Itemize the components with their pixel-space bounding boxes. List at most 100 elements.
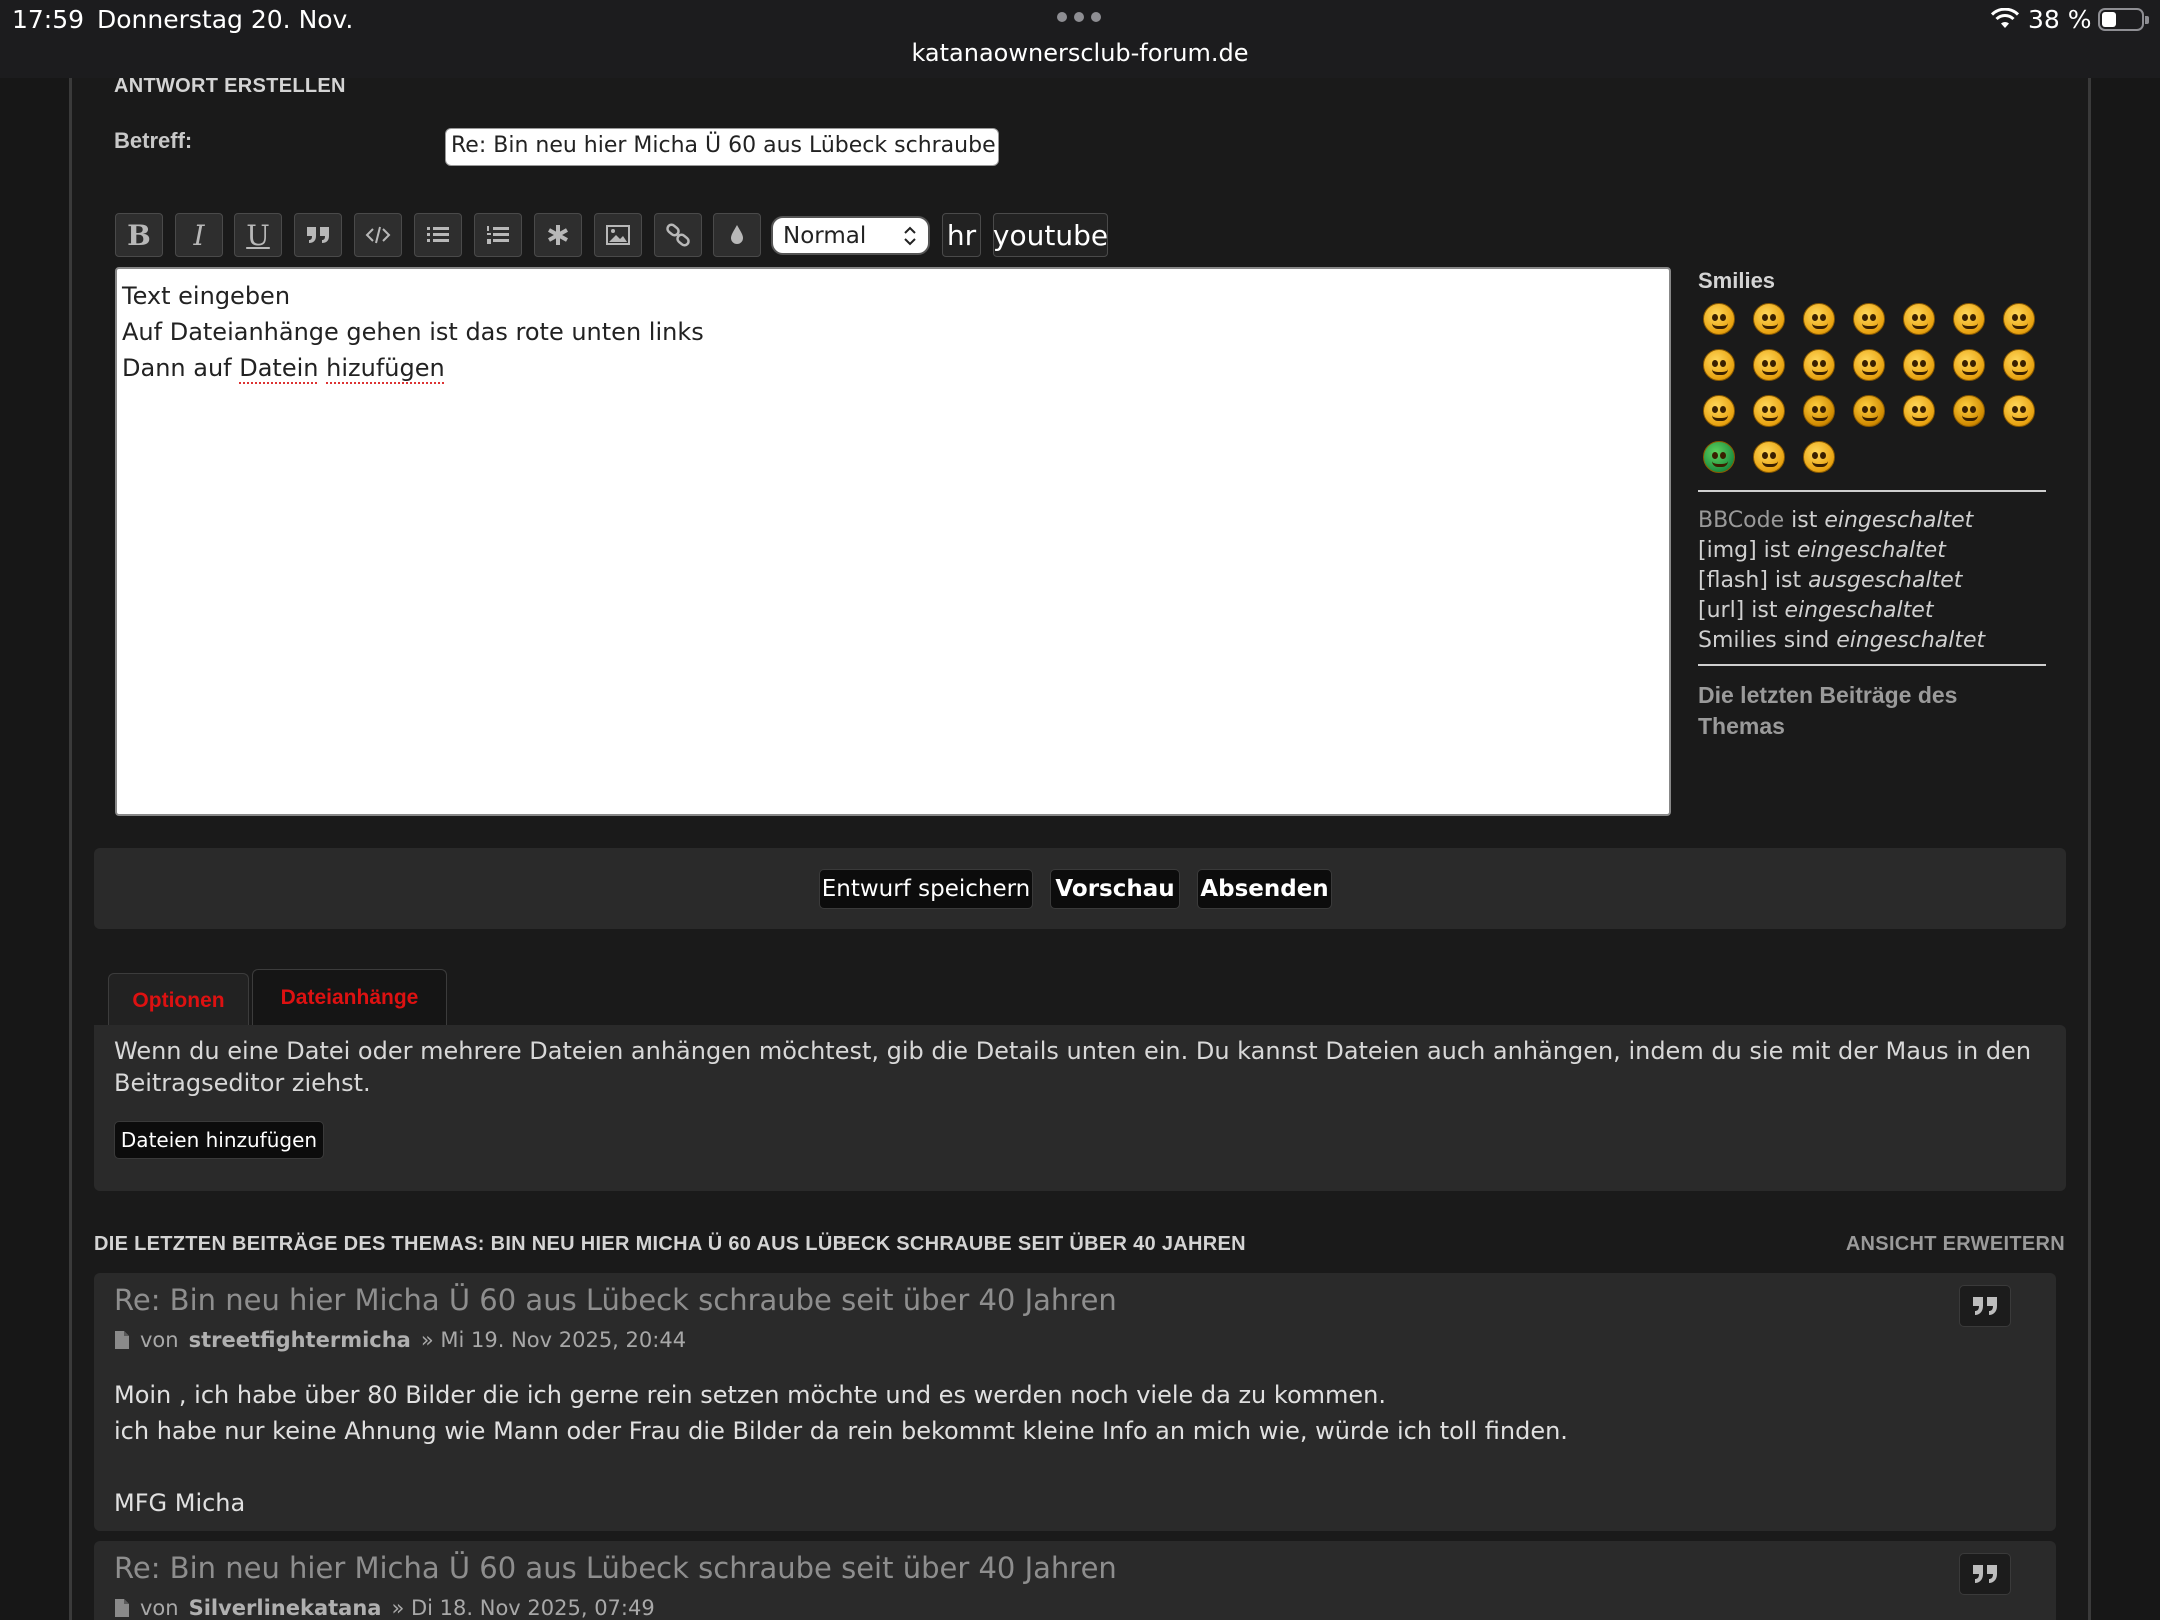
editor-text <box>318 354 326 382</box>
subject-input[interactable]: Re: Bin neu hier Micha Ü 60 aus Lübeck s… <box>445 128 999 166</box>
document-icon <box>115 1599 129 1617</box>
smiley-icon[interactable] <box>1953 303 1985 335</box>
subject-label: Betreff: <box>114 128 193 153</box>
post-author[interactable]: Silverlinekatana <box>189 1596 382 1620</box>
smiley-icon[interactable] <box>2003 303 2035 335</box>
asterisk-icon <box>548 225 568 245</box>
smiley-icon[interactable] <box>1853 349 1885 381</box>
editor-line: Dann auf Datein hizufügen <box>122 350 1664 386</box>
post-title[interactable]: Re: Bin neu hier Micha Ü 60 aus Lübeck s… <box>114 1551 1117 1585</box>
save-draft-button[interactable]: Entwurf speichern <box>819 869 1033 909</box>
smiley-icon[interactable] <box>1753 441 1785 473</box>
smiley-icon[interactable] <box>1803 395 1835 427</box>
reply-form-title: ANTWORT ERSTELLEN <box>114 75 346 97</box>
underline-icon: U <box>246 218 270 252</box>
smiley-icon[interactable] <box>1853 395 1885 427</box>
smiley-icon[interactable] <box>1903 349 1935 381</box>
underline-button[interactable]: U <box>234 213 282 257</box>
multitasking-dots-icon[interactable] <box>1057 12 1101 26</box>
bbcode-status-row: [flash] ist ausgeschaltet <box>1698 568 1963 593</box>
link-button[interactable] <box>654 213 702 257</box>
bbcode-status-row: [img] ist eingeschaltet <box>1698 538 1946 563</box>
bbcode-status-row: BBCode ist eingeschaltet <box>1698 508 1974 533</box>
submit-button[interactable]: Absenden <box>1197 869 1332 909</box>
image-button[interactable] <box>594 213 642 257</box>
chevron-updown-icon <box>904 226 916 245</box>
post-by: von <box>140 1328 179 1352</box>
color-button[interactable] <box>713 213 761 257</box>
smiley-icon[interactable] <box>1753 303 1785 335</box>
misspelled-word[interactable]: Datein <box>239 354 318 382</box>
address-bar-url[interactable]: katanaownersclub-forum.de <box>0 39 2160 67</box>
quote-icon <box>1973 1565 1997 1583</box>
smiley-icon[interactable] <box>1903 395 1935 427</box>
preview-button[interactable]: Vorschau <box>1050 869 1180 909</box>
message-editor[interactable]: Text eingeben Auf Dateianhänge gehen ist… <box>115 267 1671 816</box>
youtube-button[interactable]: youtube <box>993 213 1108 257</box>
bbcode-status-row: [url] ist eingeschaltet <box>1698 598 1934 623</box>
smiley-icon[interactable] <box>1703 395 1735 427</box>
editor-line: Text eingeben <box>122 282 291 310</box>
smiley-icon[interactable] <box>2003 349 2035 381</box>
list-icon <box>427 227 449 242</box>
smiley-icon[interactable] <box>1703 441 1735 473</box>
recent-post: Re: Bin neu hier Micha Ü 60 aus Lübeck s… <box>94 1273 2056 1531</box>
italic-icon: I <box>193 218 205 252</box>
smiley-icon[interactable] <box>1753 349 1785 381</box>
font-size-select[interactable]: Normal <box>771 216 930 255</box>
smiley-icon[interactable] <box>1753 395 1785 427</box>
attachments-description: Wenn du eine Datei oder mehrere Dateien … <box>114 1037 2032 1097</box>
add-files-button[interactable]: Dateien hinzufügen <box>114 1121 324 1159</box>
quote-post-button[interactable] <box>1959 1285 2011 1327</box>
numbered-list-button[interactable] <box>474 213 522 257</box>
smiley-icon[interactable] <box>1903 303 1935 335</box>
recent-post: Re: Bin neu hier Micha Ü 60 aus Lübeck s… <box>94 1541 2056 1620</box>
battery-level-fill <box>2102 12 2116 27</box>
smiley-icon[interactable] <box>1853 303 1885 335</box>
status-time: 17:59 <box>12 5 85 34</box>
code-button[interactable] <box>354 213 402 257</box>
status-bar: 17:59 Donnerstag 20. Nov. katanaownerscl… <box>0 0 2160 78</box>
post-meta: von streetfightermicha » Mi 19. Nov 2025… <box>114 1328 686 1352</box>
recent-posts-heading: DIE LETZTEN BEITRÄGE DES THEMAS: BIN NEU… <box>94 1233 1246 1255</box>
code-icon <box>365 226 391 244</box>
hr-button[interactable]: hr <box>942 213 981 257</box>
post-body: Moin , ich habe über 80 Bilder die ich g… <box>114 1381 1568 1517</box>
post-title[interactable]: Re: Bin neu hier Micha Ü 60 aus Lübeck s… <box>114 1283 1117 1317</box>
smiley-icon[interactable] <box>1803 441 1835 473</box>
post-date: » Mi 19. Nov 2025, 20:44 <box>420 1328 687 1352</box>
smiley-icon[interactable] <box>1953 395 1985 427</box>
bold-button[interactable]: B <box>115 213 163 257</box>
smiley-icon[interactable] <box>1803 303 1835 335</box>
last-posts-link[interactable]: Die letzten Beiträge des Themas <box>1698 680 2038 742</box>
numbered-list-icon <box>487 226 509 244</box>
tab-options[interactable]: Optionen <box>108 973 249 1027</box>
misspelled-word[interactable]: hizufügen <box>326 354 445 382</box>
tab-attachments[interactable]: Dateianhänge <box>252 969 447 1025</box>
bbcode-faq-link[interactable]: BBCode <box>1698 508 1784 533</box>
bullet-list-button[interactable] <box>414 213 462 257</box>
quote-button[interactable] <box>294 213 342 257</box>
list-item-button[interactable] <box>534 213 582 257</box>
smiley-icon[interactable] <box>1803 349 1835 381</box>
wifi-icon <box>1990 8 2020 28</box>
smiley-icon[interactable] <box>1703 349 1735 381</box>
editor-text: Dann auf <box>122 354 240 382</box>
post-meta: von Silverlinekatana » Di 18. Nov 2025, … <box>114 1596 655 1620</box>
divider <box>1698 490 2046 492</box>
bbcode-status-list: BBCode ist eingeschaltet [img] ist einge… <box>1698 506 1985 656</box>
droplet-icon <box>731 225 743 244</box>
post-author[interactable]: streetfightermicha <box>189 1328 411 1352</box>
smiley-icon[interactable] <box>2003 395 2035 427</box>
smiley-icon[interactable] <box>1953 349 1985 381</box>
smiley-icon[interactable] <box>1703 303 1735 335</box>
battery-icon <box>2098 8 2149 31</box>
expand-view-link[interactable]: ANSICHT ERWEITERN <box>1840 1233 2065 1256</box>
battery-percent: 38 % <box>2028 5 2092 34</box>
quote-icon <box>1973 1297 1997 1315</box>
italic-button[interactable]: I <box>175 213 223 257</box>
quote-post-button[interactable] <box>1959 1553 2011 1595</box>
status-date: Donnerstag 20. Nov. <box>97 5 354 34</box>
divider <box>1698 664 2046 666</box>
quote-icon <box>307 227 329 243</box>
